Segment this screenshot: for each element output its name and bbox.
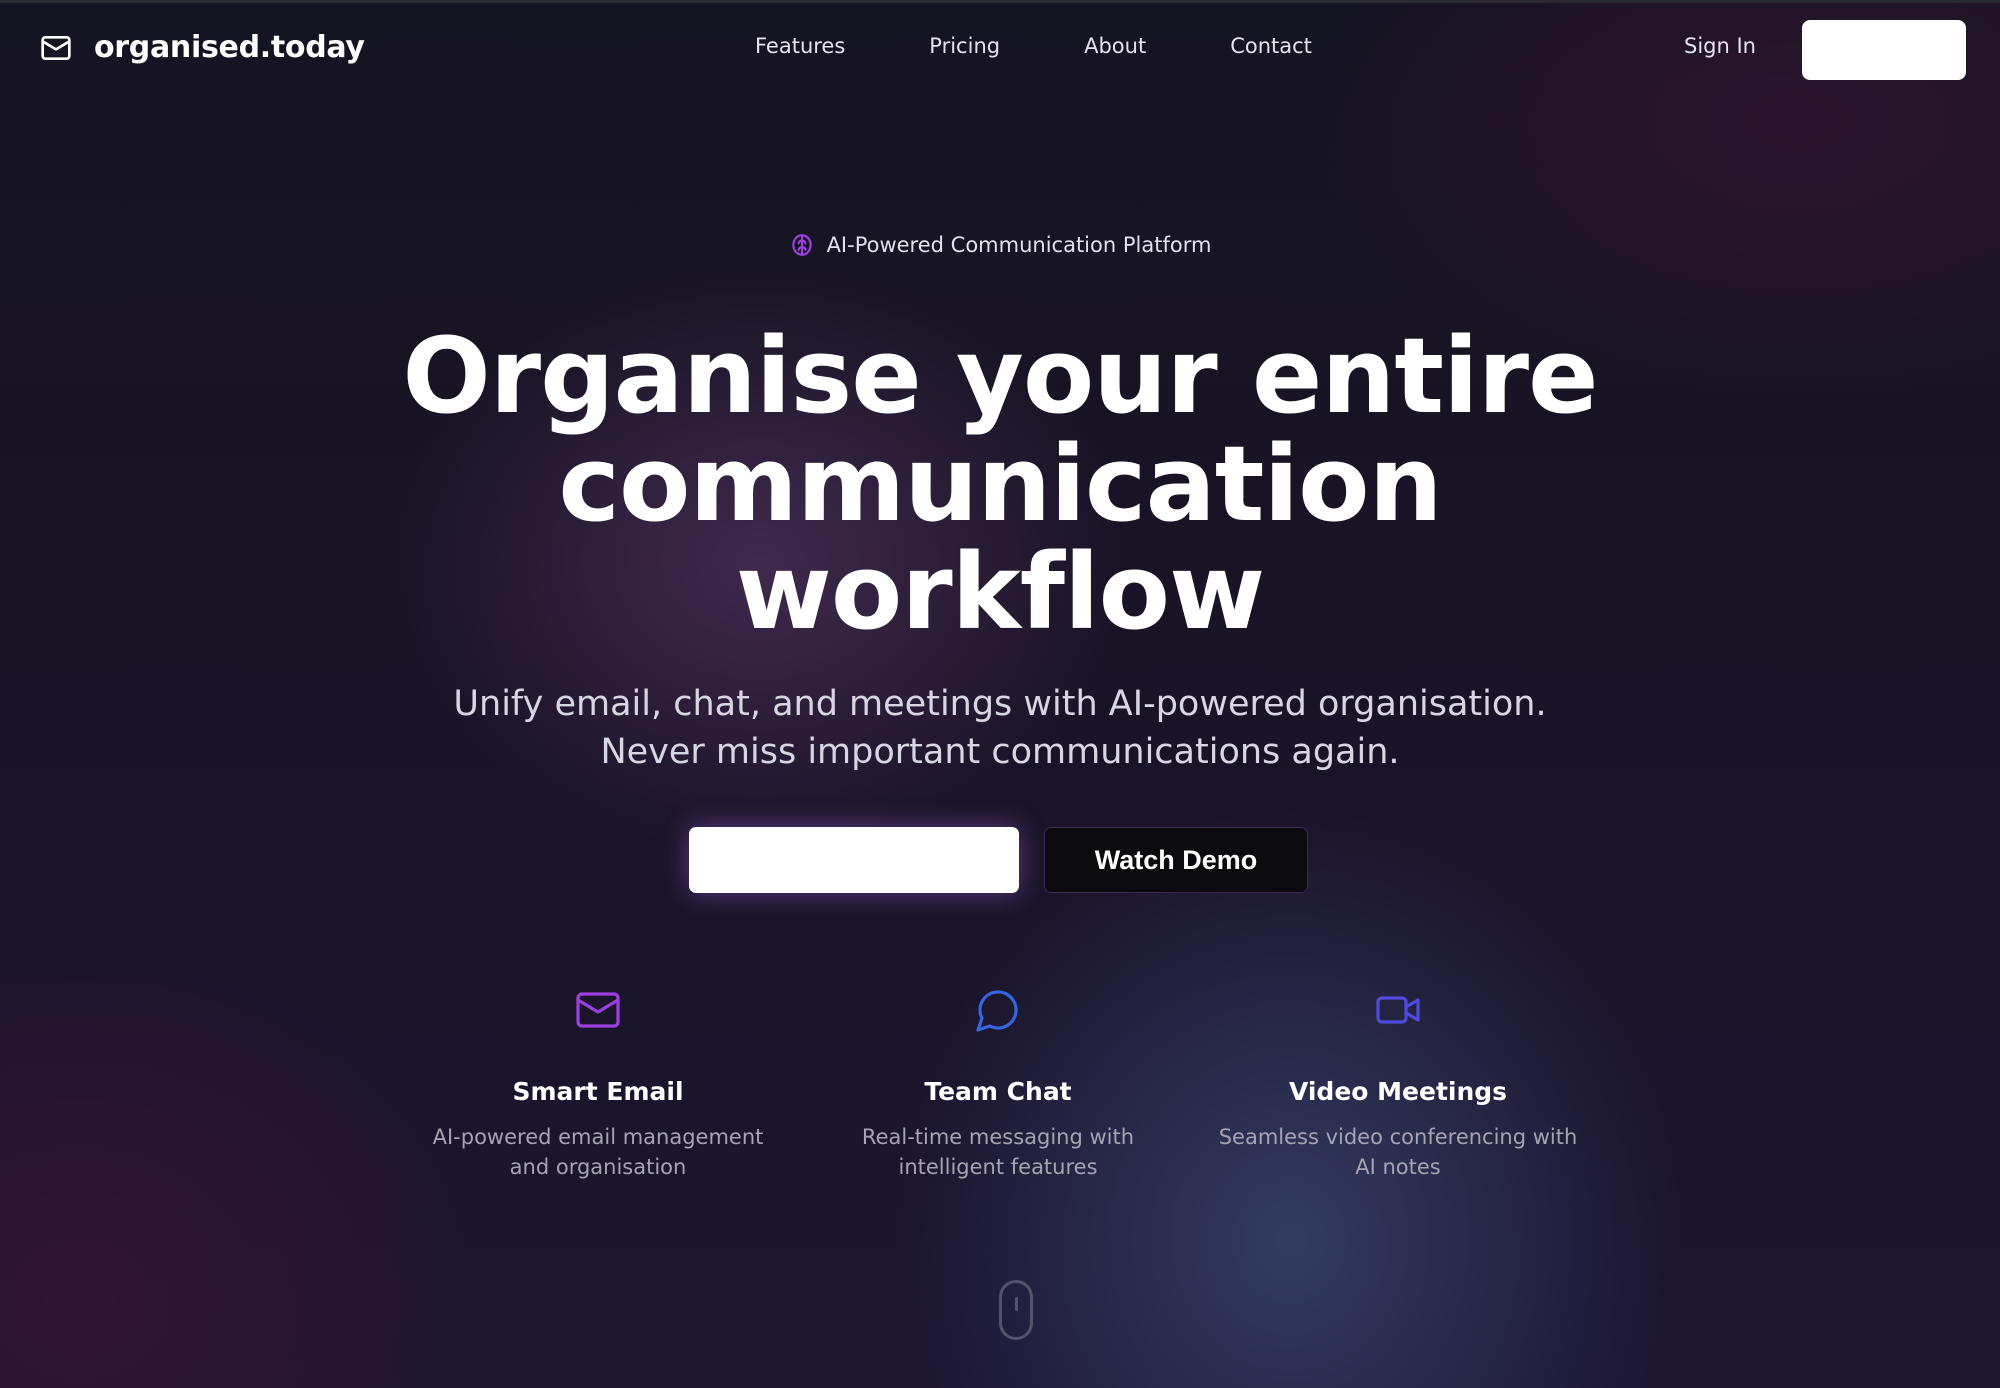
arrow-right-icon [944,848,968,872]
feature-desc-line: Seamless video conferencing with [1218,1125,1578,1149]
scroll-wheel [1015,1297,1018,1311]
feature-title: Team Chat [924,1077,1072,1106]
feature-video-meetings: Video Meetings Seamless video conferenci… [1218,986,1578,1182]
feature-description: AI-powered email management and organisa… [418,1122,778,1182]
mouse-icon [999,1280,1033,1340]
nav-link-contact[interactable]: Contact [1230,34,1312,58]
watch-demo-button[interactable]: Watch Demo [1044,827,1308,893]
hero-badge: AI-Powered Communication Platform [0,232,2000,258]
mail-icon [574,986,622,1046]
sign-in-link[interactable]: Sign In [1684,34,1756,58]
feature-desc-line: AI-powered email management [432,1125,764,1149]
feature-desc-line: intelligent features [898,1155,1098,1179]
brain-icon [789,232,815,258]
nav-link-features[interactable]: Features [755,34,845,58]
subhead-line: Never miss important communications agai… [600,732,1400,772]
feature-title: Smart Email [512,1077,684,1106]
brand-name: organised.today [94,30,365,65]
brand-logo[interactable]: organised.today [40,30,365,65]
feature-title: Video Meetings [1288,1077,1508,1106]
headline-line: communication [558,423,1442,545]
hero-headline: Organise your entire communication workf… [300,322,1700,646]
chat-bubble-icon [974,986,1022,1046]
video-camera-icon [1374,986,1422,1046]
start-free-trial-button[interactable]: Start Free Trial [689,827,1019,893]
top-navbar: organised.today Features Pricing About C… [0,0,2000,100]
feature-smart-email: Smart Email AI-powered email management … [418,986,778,1182]
subhead-line: Unify email, chat, and meetings with AI-… [453,684,1547,724]
get-started-button[interactable]: Get Started [1802,20,1966,80]
hero-subheadline: Unify email, chat, and meetings with AI-… [400,680,1600,776]
nav-links: Features Pricing About Contact [755,34,1396,58]
feature-description: Seamless video conferencing with AI note… [1218,1122,1578,1182]
mail-icon [40,32,72,64]
feature-description: Real-time messaging with intelligent fea… [818,1122,1178,1182]
badge-text: AI-Powered Communication Platform [826,233,1212,257]
nav-link-pricing[interactable]: Pricing [929,34,1000,58]
start-free-trial-label: Start Free Trial [740,844,930,875]
feature-desc-line: and organisation [509,1155,687,1179]
feature-desc-line: Real-time messaging with [861,1125,1135,1149]
headline-line: Organise your entire [402,315,1598,437]
feature-team-chat: Team Chat Real-time messaging with intel… [818,986,1178,1182]
feature-desc-line: AI notes [1355,1155,1441,1179]
headline-line: workflow [735,531,1265,653]
nav-link-about[interactable]: About [1084,34,1146,58]
